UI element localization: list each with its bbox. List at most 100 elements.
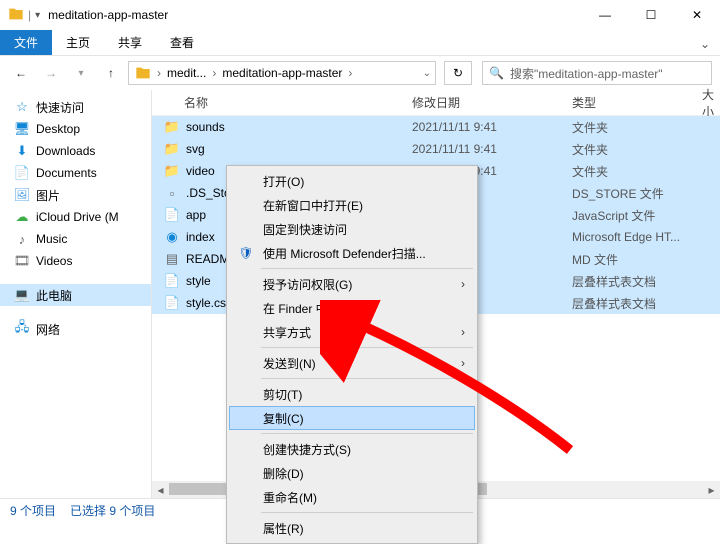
ctx-copy[interactable]: 复制(C) xyxy=(229,406,475,430)
ctx-properties[interactable]: 属性(R) xyxy=(229,516,475,540)
sidebar-item-quick-access[interactable]: ☆ 快速访问 xyxy=(0,96,151,118)
chevron-right-icon[interactable]: › xyxy=(346,66,354,80)
file-date: 2021/11/11 9:41 xyxy=(412,120,572,134)
file-icon: ▫ xyxy=(164,185,180,201)
nav-back-button[interactable]: ← xyxy=(8,60,34,86)
column-type[interactable]: 类型 xyxy=(572,94,702,111)
sidebar-item-label: 图片 xyxy=(36,187,60,204)
ctx-new-window[interactable]: 在新窗口中打开(E) xyxy=(229,193,475,217)
file-type: DS_STORE 文件 xyxy=(572,185,702,202)
document-icon: 📄 xyxy=(14,165,30,181)
ctx-cut[interactable]: 剪切(T) xyxy=(229,382,475,406)
scroll-right-button[interactable]: ▸ xyxy=(703,481,720,498)
address-bar[interactable]: › medit... › meditation-app-master › ⌄ xyxy=(128,61,436,85)
file-type: 文件夹 xyxy=(572,119,702,136)
column-date[interactable]: 修改日期 xyxy=(412,94,572,111)
ribbon-expand-button[interactable]: ⌄ xyxy=(690,33,720,55)
video-icon: 🎞 xyxy=(14,253,30,269)
shield-icon: 🛡 xyxy=(237,246,255,260)
search-box[interactable]: 🔍 搜索"meditation-app-master" xyxy=(482,61,712,85)
file-type: MD 文件 xyxy=(572,251,702,268)
folder-icon xyxy=(135,65,151,81)
search-placeholder: 搜索"meditation-app-master" xyxy=(510,65,663,82)
ribbon-tabs: 文件 主页 共享 查看 ⌄ xyxy=(0,30,720,56)
sidebar-item-network[interactable]: 🖧 网络 xyxy=(0,318,151,340)
file-name: app xyxy=(186,208,206,222)
ctx-open[interactable]: 打开(O) xyxy=(229,169,475,193)
ctx-rename[interactable]: 重命名(M) xyxy=(229,485,475,509)
file-type: Microsoft Edge HT... xyxy=(572,230,702,244)
file-type: 层叠样式表文档 xyxy=(572,295,702,312)
nav-row: ← → ▾ ↑ › medit... › meditation-app-mast… xyxy=(0,56,720,90)
star-icon: ☆ xyxy=(14,99,30,115)
file-type: JavaScript 文件 xyxy=(572,207,702,224)
file-row[interactable]: 📁sounds 2021/11/11 9:41 文件夹 xyxy=(152,116,720,138)
nav-recent-button[interactable]: ▾ xyxy=(68,60,94,86)
sidebar-item-label: Documents xyxy=(36,166,97,180)
folder-icon xyxy=(8,6,24,25)
address-dropdown-icon[interactable]: ⌄ xyxy=(421,68,433,79)
file-row[interactable]: 📁svg 2021/11/11 9:41 文件夹 xyxy=(152,138,720,160)
file-name: style xyxy=(186,274,211,288)
file-type: 文件夹 xyxy=(572,141,702,158)
css-icon: 📄 xyxy=(164,295,180,311)
window-title: meditation-app-master xyxy=(48,8,168,22)
column-name[interactable]: 名称 xyxy=(158,94,412,111)
picture-icon: 🖼 xyxy=(14,187,30,203)
ctx-send-to[interactable]: 发送到(N)› xyxy=(229,351,475,375)
breadcrumb-seg[interactable]: medit... xyxy=(163,66,210,80)
sidebar-item-downloads[interactable]: ⬇ Downloads xyxy=(0,140,151,162)
titlebar-icons: | ▾ xyxy=(8,6,40,25)
sidebar-item-music[interactable]: ♪ Music xyxy=(0,228,151,250)
tab-file[interactable]: 文件 xyxy=(0,30,52,55)
refresh-button[interactable]: ↻ xyxy=(444,61,472,85)
maximize-button[interactable]: ☐ xyxy=(628,0,674,30)
folder-icon: 📁 xyxy=(164,141,180,157)
file-name: sounds xyxy=(186,120,225,134)
tab-view[interactable]: 查看 xyxy=(156,30,208,55)
ctx-create-shortcut[interactable]: 创建快捷方式(S) xyxy=(229,437,475,461)
edge-icon: ◉ xyxy=(164,229,180,245)
qat-separator: | xyxy=(28,8,31,22)
minimize-button[interactable]: — xyxy=(582,0,628,30)
sidebar-item-label: Downloads xyxy=(36,144,95,158)
sidebar-item-icloud[interactable]: ☁ iCloud Drive (M xyxy=(0,206,151,228)
chevron-right-icon[interactable]: › xyxy=(210,66,218,80)
sidebar-item-label: Desktop xyxy=(36,122,80,136)
nav-forward-button[interactable]: → xyxy=(38,60,64,86)
sidebar-item-pictures[interactable]: 🖼 图片 xyxy=(0,184,151,206)
sidebar-item-label: Music xyxy=(36,232,67,246)
qat-dropdown-icon[interactable]: ▾ xyxy=(35,10,40,21)
sidebar-item-this-pc[interactable]: 💻 此电脑 xyxy=(0,284,151,306)
tab-home[interactable]: 主页 xyxy=(52,30,104,55)
ctx-pin-quick-access[interactable]: 固定到快速访问 xyxy=(229,217,475,241)
sidebar-item-videos[interactable]: 🎞 Videos xyxy=(0,250,151,272)
tab-share[interactable]: 共享 xyxy=(104,30,156,55)
ctx-share-with[interactable]: 共享方式› xyxy=(229,320,475,344)
network-icon: 🖧 xyxy=(14,321,30,337)
desktop-icon: 🖥 xyxy=(14,121,30,137)
file-type: 文件夹 xyxy=(572,163,702,180)
download-icon: ⬇ xyxy=(14,143,30,159)
ctx-defender-scan[interactable]: 🛡使用 Microsoft Defender扫描... xyxy=(229,241,475,265)
file-name: svg xyxy=(186,142,205,156)
chevron-right-icon: › xyxy=(461,325,465,339)
close-button[interactable]: ✕ xyxy=(674,0,720,30)
ctx-show-in-finder[interactable]: 在 Finder 中显示 xyxy=(229,296,475,320)
search-icon: 🔍 xyxy=(489,66,504,80)
sidebar-item-documents[interactable]: 📄 Documents xyxy=(0,162,151,184)
ctx-grant-access[interactable]: 授予访问权限(G)› xyxy=(229,272,475,296)
scroll-left-button[interactable]: ◂ xyxy=(152,481,169,498)
music-icon: ♪ xyxy=(14,231,30,247)
md-icon: ▤ xyxy=(164,251,180,267)
css-icon: 📄 xyxy=(164,273,180,289)
column-size[interactable]: 大小 xyxy=(702,86,720,120)
nav-up-button[interactable]: ↑ xyxy=(98,60,124,86)
chevron-right-icon: › xyxy=(461,277,465,291)
status-selection: 已选择 9 个项目 xyxy=(70,502,155,519)
chevron-right-icon[interactable]: › xyxy=(155,66,163,80)
breadcrumb-seg[interactable]: meditation-app-master xyxy=(218,66,346,80)
ctx-delete[interactable]: 删除(D) xyxy=(229,461,475,485)
sidebar-item-desktop[interactable]: 🖥 Desktop xyxy=(0,118,151,140)
sidebar-item-label: 此电脑 xyxy=(36,287,72,304)
